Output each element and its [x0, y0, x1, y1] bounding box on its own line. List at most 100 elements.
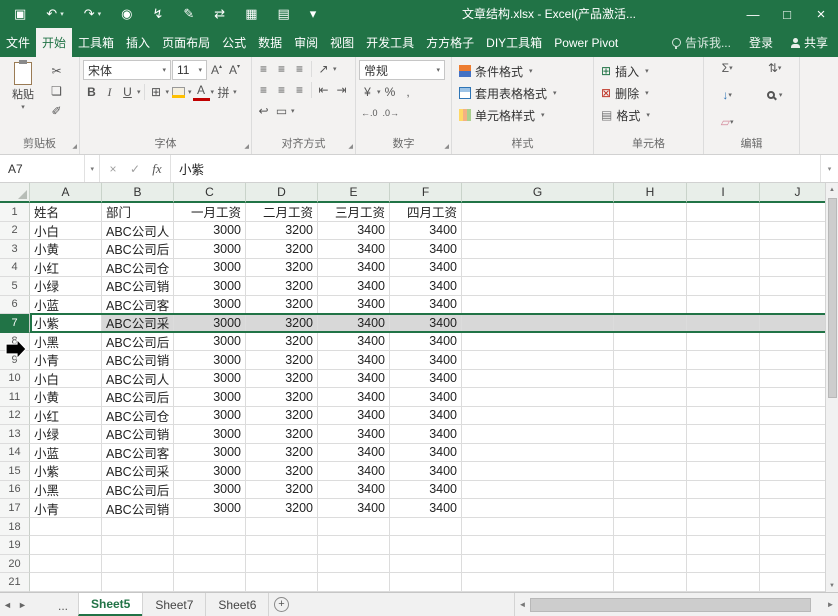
cell[interactable]: 3000 — [174, 388, 246, 407]
cell[interactable] — [687, 425, 760, 444]
cell[interactable] — [687, 388, 760, 407]
cell[interactable] — [462, 314, 614, 333]
horizontal-scrollbar[interactable]: ◄ ► — [514, 593, 838, 616]
swap-icon[interactable]: ⇄ — [208, 3, 231, 25]
cell[interactable] — [614, 388, 687, 407]
cell[interactable] — [687, 536, 760, 555]
cell[interactable]: 3400 — [318, 499, 390, 518]
cell[interactable] — [102, 555, 174, 574]
phonetic-button[interactable]: 拼 — [215, 83, 232, 101]
cell[interactable] — [687, 259, 760, 278]
cell[interactable] — [30, 573, 102, 592]
cell[interactable] — [614, 518, 687, 537]
hscroll-thumb[interactable] — [530, 598, 811, 612]
orientation-button[interactable]: ↗ — [315, 60, 332, 78]
cell[interactable]: 3400 — [318, 407, 390, 426]
cell[interactable]: 3200 — [246, 333, 318, 352]
cell[interactable]: 3200 — [246, 462, 318, 481]
cell[interactable]: 3200 — [246, 277, 318, 296]
sheet-tab-sheet5[interactable]: Sheet5 — [78, 593, 143, 616]
cell[interactable]: 3400 — [390, 222, 462, 241]
cell[interactable]: ABC公司客 — [102, 296, 174, 315]
ribbon-tab-home[interactable]: 开始 — [36, 28, 72, 57]
cell[interactable]: ABC公司采 — [102, 314, 174, 333]
save-icon[interactable]: ▣ — [8, 3, 32, 25]
cell[interactable] — [462, 555, 614, 574]
cell[interactable]: 部门 — [102, 203, 174, 222]
cell[interactable] — [318, 536, 390, 555]
fill-color-dropdown-icon[interactable]: ▾ — [188, 88, 192, 96]
cell[interactable]: 3000 — [174, 499, 246, 518]
grid-icon[interactable]: ▦ — [239, 3, 263, 25]
cell[interactable] — [318, 573, 390, 592]
cell[interactable]: 小黑 — [30, 481, 102, 500]
align-center-button[interactable]: ≡ — [273, 81, 290, 99]
cell[interactable]: 3000 — [174, 462, 246, 481]
cell[interactable]: 3000 — [174, 444, 246, 463]
row-header-12[interactable]: 12 — [0, 407, 30, 426]
italic-button[interactable]: I — [101, 83, 118, 101]
flash-fill-icon[interactable]: ↯ — [146, 3, 169, 25]
cell[interactable]: 3400 — [390, 259, 462, 278]
cell[interactable] — [614, 425, 687, 444]
clipboard-dialog-launcher[interactable]: ◢ — [72, 144, 77, 150]
comma-style-button[interactable]: , — [400, 83, 417, 101]
row-header-14[interactable]: 14 — [0, 444, 30, 463]
vertical-scrollbar[interactable]: ▲ ▼ — [825, 183, 838, 592]
cell-styles-button[interactable]: 单元格样式▾ — [455, 104, 590, 126]
new-sheet-icon[interactable]: ▤ — [272, 3, 296, 25]
fill-button[interactable]: ↓▾ — [707, 86, 747, 104]
expand-formula-bar-icon[interactable]: ▾ — [820, 155, 838, 182]
row-header-1[interactable]: 1 — [0, 203, 30, 222]
cell[interactable]: 3000 — [174, 222, 246, 241]
cell[interactable]: 3400 — [318, 314, 390, 333]
format-painter-button[interactable]: ✐ — [48, 102, 65, 120]
cell[interactable]: 小黄 — [30, 240, 102, 259]
sheet-nav-left-icon[interactable]: ◄ — [0, 593, 15, 616]
cell[interactable]: 小红 — [30, 407, 102, 426]
conditional-formatting-button[interactable]: 条件格式▾ — [455, 60, 590, 82]
row-header-10[interactable]: 10 — [0, 370, 30, 389]
row-header-20[interactable]: 20 — [0, 555, 30, 574]
font-size-combo[interactable]: 11▾ — [172, 60, 207, 80]
align-right-button[interactable]: ≡ — [291, 81, 308, 99]
borders-button[interactable]: ⊞ — [148, 83, 165, 101]
row-header-4[interactable]: 4 — [0, 259, 30, 278]
cell[interactable]: 小绿 — [30, 277, 102, 296]
column-header-D[interactable]: D — [246, 183, 318, 203]
cell[interactable] — [462, 518, 614, 537]
cell[interactable]: 3200 — [246, 499, 318, 518]
cell[interactable]: ABC公司后 — [102, 333, 174, 352]
cell[interactable] — [687, 518, 760, 537]
borders-dropdown-icon[interactable]: ▾ — [166, 88, 170, 96]
cell[interactable] — [687, 277, 760, 296]
orientation-dropdown-icon[interactable]: ▾ — [333, 65, 337, 73]
cell[interactable]: 3200 — [246, 351, 318, 370]
ribbon-tab-toolbox[interactable]: 工具箱 — [72, 28, 120, 57]
name-box[interactable]: A7 ▾ — [0, 155, 100, 182]
ribbon-tab-developer[interactable]: 开发工具 — [360, 28, 420, 57]
cell[interactable]: 3000 — [174, 370, 246, 389]
cell[interactable]: 3200 — [246, 296, 318, 315]
customize-qat-icon[interactable]: ▾ — [304, 3, 323, 25]
sheet-tab-sheet6[interactable]: Sheet6 — [205, 593, 269, 616]
cell[interactable]: 3400 — [390, 370, 462, 389]
font-name-combo[interactable]: 宋体▾ — [83, 60, 171, 80]
row-header-13[interactable]: 13 — [0, 425, 30, 444]
row-header-8[interactable]: 8 — [0, 333, 30, 352]
cell[interactable] — [687, 203, 760, 222]
cell[interactable]: 3400 — [390, 240, 462, 259]
ribbon-tab-formulas[interactable]: 公式 — [216, 28, 252, 57]
cell[interactable]: 3400 — [318, 240, 390, 259]
column-header-E[interactable]: E — [318, 183, 390, 203]
cell[interactable] — [614, 481, 687, 500]
cell[interactable] — [174, 536, 246, 555]
redo-icon[interactable]: ↷▾ — [78, 3, 107, 25]
camera-icon[interactable]: ◉ — [115, 3, 138, 25]
cell[interactable]: 3000 — [174, 481, 246, 500]
row-header-6[interactable]: 6 — [0, 296, 30, 315]
row-header-11[interactable]: 11 — [0, 388, 30, 407]
cell[interactable] — [614, 370, 687, 389]
cell[interactable]: 3000 — [174, 425, 246, 444]
cell[interactable] — [614, 333, 687, 352]
